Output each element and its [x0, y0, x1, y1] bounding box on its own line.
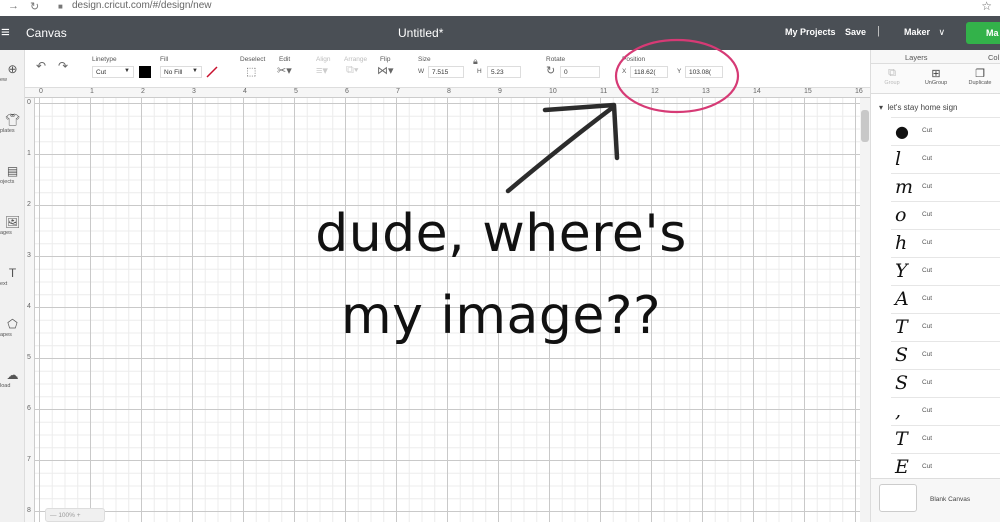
layer-row[interactable]: m Cut	[891, 173, 1000, 201]
layer-thumbnail: o	[895, 204, 907, 226]
layer-operation-label: Cut	[922, 267, 933, 274]
layer-thumbnail: h	[895, 232, 908, 254]
layer-operation-label: Cut	[922, 351, 933, 358]
layer-operation-label: Cut	[922, 239, 933, 246]
layer-operation-label: Cut	[922, 127, 933, 134]
layer-thumbnail: S	[895, 372, 909, 394]
layer-row[interactable]: S Cut	[891, 369, 1000, 397]
layer-thumbnail: m	[895, 176, 914, 198]
blank-canvas-swatch[interactable]	[879, 484, 917, 512]
blank-canvas-row[interactable]: Blank Canvas	[871, 478, 1000, 522]
layer-row[interactable]: h Cut	[891, 229, 1000, 257]
layer-row[interactable]: T Cut	[891, 425, 1000, 453]
layer-thumbnail: ●	[895, 122, 909, 141]
layer-thumbnail: T	[895, 316, 908, 338]
layer-operation-label: Cut	[922, 463, 933, 470]
layer-row[interactable]: T Cut	[891, 313, 1000, 341]
layer-operation-label: Cut	[922, 323, 933, 330]
layer-list: ● Cut l Cut m Cut o Cut h Cut Y Cut A Cut T Cut S Cut S Cut…	[871, 50, 1000, 478]
layer-operation-label: Cut	[922, 211, 933, 218]
layer-row[interactable]: E Cut	[891, 453, 1000, 478]
layer-operation-label: Cut	[922, 435, 933, 442]
layer-thumbnail: S	[895, 344, 909, 366]
layer-thumbnail: ,	[895, 400, 902, 422]
arrow-shaft	[505, 105, 615, 194]
layer-thumbnail: T	[895, 428, 908, 450]
highlight-ellipse	[614, 38, 740, 114]
layer-thumbnail: E	[895, 456, 909, 478]
layer-row[interactable]: S Cut	[891, 341, 1000, 369]
caption-line-1: dude, where's	[315, 204, 687, 264]
layer-row[interactable]: o Cut	[891, 201, 1000, 229]
layers-panel: Layers Col ⧉ Group ⊞ UnGroup ❐ Duplicate ▾ le…	[870, 50, 1000, 522]
layer-operation-label: Cut	[922, 155, 933, 162]
layer-row[interactable]: l Cut	[891, 145, 1000, 173]
caption-line-2: my image??	[340, 286, 662, 346]
layer-row[interactable]: Y Cut	[891, 257, 1000, 285]
layer-thumbnail: Y	[895, 260, 908, 282]
layer-row[interactable]: A Cut	[891, 285, 1000, 313]
layer-operation-label: Cut	[922, 407, 933, 414]
layer-operation-label: Cut	[922, 183, 933, 190]
layer-operation-label: Cut	[922, 295, 933, 302]
blank-canvas-label: Blank Canvas	[930, 496, 971, 503]
layer-thumbnail: A	[895, 288, 909, 310]
layer-row[interactable]: ● Cut	[891, 117, 1000, 145]
layer-thumbnail: l	[895, 148, 902, 170]
layer-row[interactable]: , Cut	[891, 397, 1000, 425]
layer-operation-label: Cut	[922, 379, 933, 386]
